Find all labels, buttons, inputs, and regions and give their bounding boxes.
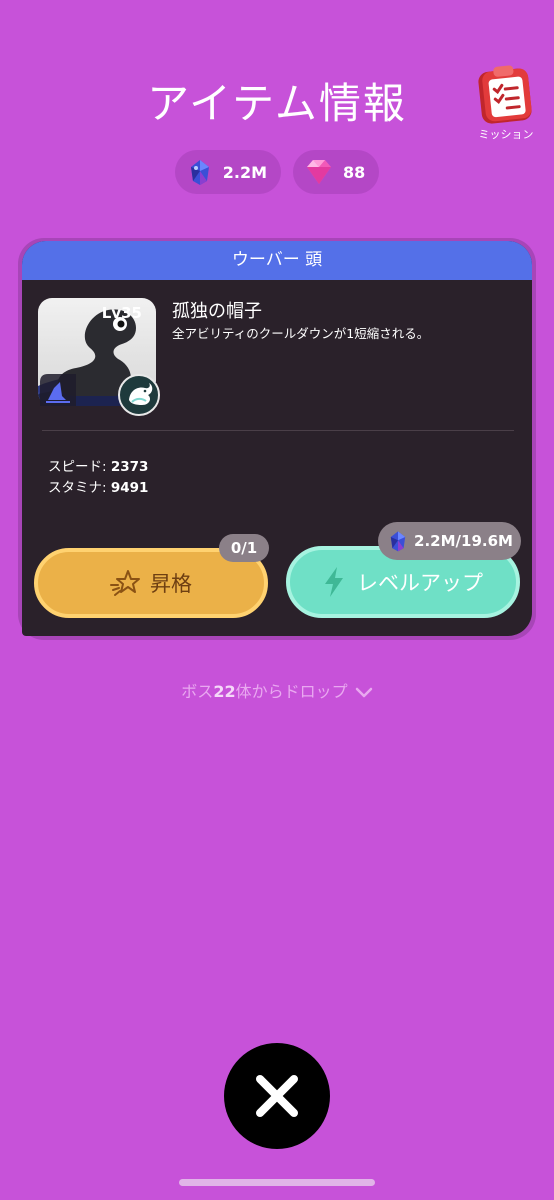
- levelup-cost-badge: 2.2M/19.6M: [378, 522, 521, 560]
- levelup-cost: 2.2M/19.6M: [414, 532, 513, 550]
- levelup-label: レベルアップ: [357, 571, 483, 595]
- close-icon: [256, 1075, 298, 1117]
- drop-prefix: ボス: [181, 682, 214, 701]
- home-indicator[interactable]: [179, 1179, 375, 1186]
- gem-amount: 88: [343, 162, 366, 182]
- chevron-down-icon: [355, 687, 372, 697]
- stat-stamina-value: 9491: [110, 480, 149, 496]
- crystal-icon: [390, 531, 406, 552]
- crystal-icon: [190, 160, 209, 185]
- mission-label: ミッション: [478, 128, 534, 141]
- divider: [42, 430, 514, 431]
- close-button[interactable]: [224, 1043, 330, 1149]
- item-level: Lv35: [101, 304, 142, 322]
- drop-count: 22: [213, 682, 236, 701]
- gem-currency[interactable]: 88: [293, 150, 380, 194]
- stat-speed-label: スピード:: [48, 459, 111, 475]
- item-category: ウーバー 頭: [22, 241, 532, 280]
- stat-stamina: スタミナ: 9491: [48, 476, 148, 496]
- item-thumbnail[interactable]: Lv35: [38, 298, 160, 416]
- slot-hat-icon: [40, 374, 76, 406]
- lightning-icon: [325, 567, 343, 597]
- pet-icon: [118, 374, 160, 416]
- stat-speed-value: 2373: [110, 459, 149, 475]
- page-title: アイテム情報: [147, 79, 407, 128]
- crystal-amount: 2.2M: [222, 162, 267, 182]
- gem-icon: [307, 160, 331, 184]
- item-name: 孤独の帽子: [172, 301, 262, 322]
- item-card: ウーバー 頭 Lv35 孤独の帽子 全アビリティのクールダウンが1短縮される。 …: [22, 241, 532, 636]
- promote-count-badge: 0/1: [219, 534, 269, 562]
- sparkle-star-icon: [110, 570, 140, 596]
- item-description: 全アビリティのクールダウンが1短縮される。: [172, 326, 430, 341]
- drop-source-toggle[interactable]: ボス22体からドロップ: [0, 678, 554, 702]
- currency-bar: 2.2M 88: [0, 150, 554, 194]
- stat-speed: スピード: 2373: [48, 455, 148, 475]
- stat-stamina-label: スタミナ:: [48, 480, 111, 496]
- promote-label: 昇格: [150, 572, 192, 596]
- clipboard-icon: [478, 65, 532, 124]
- crystal-currency[interactable]: 2.2M: [174, 150, 281, 194]
- mission-button[interactable]: ミッション: [472, 62, 540, 150]
- drop-suffix: 体からドロップ: [235, 682, 348, 701]
